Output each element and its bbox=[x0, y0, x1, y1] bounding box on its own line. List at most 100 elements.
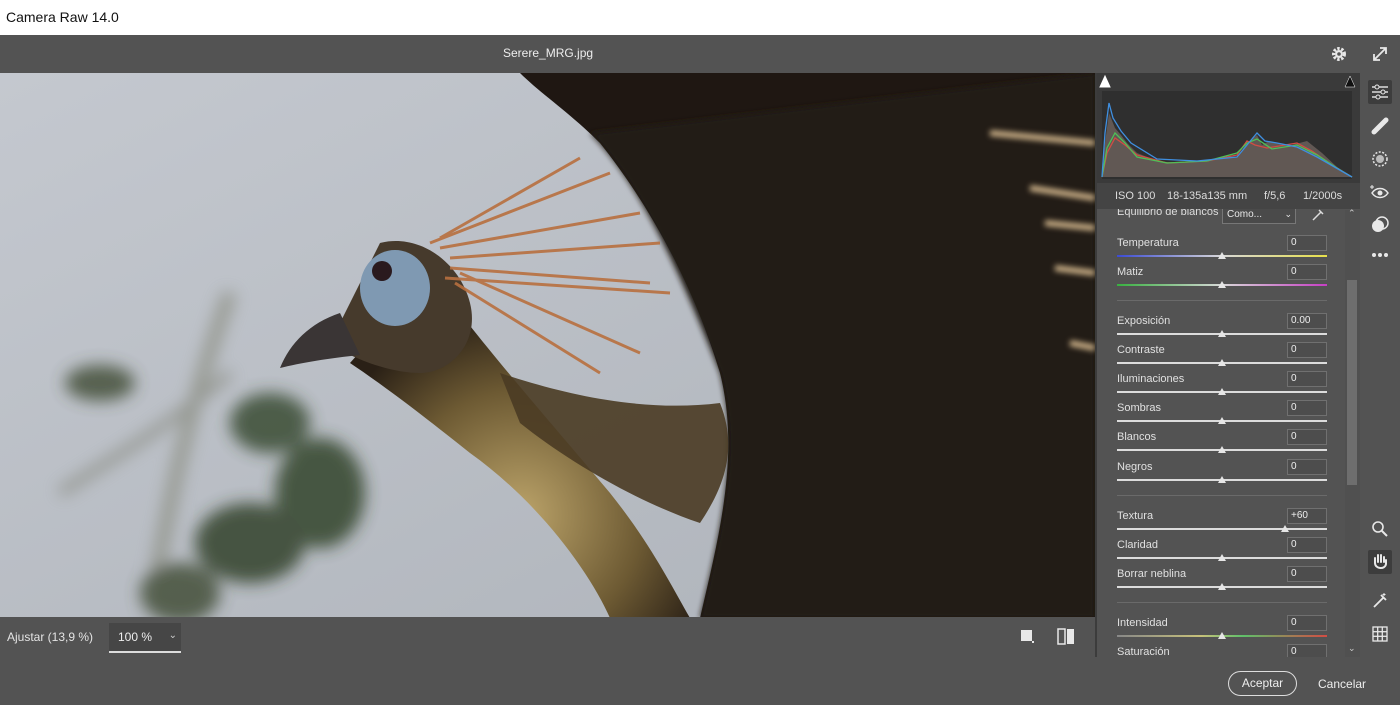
slider-claridad[interactable]: Claridad 0 bbox=[1117, 537, 1327, 566]
slider-label: Matiz bbox=[1117, 266, 1144, 278]
slider-label: Textura bbox=[1117, 510, 1154, 522]
iso-value: ISO 100 bbox=[1115, 190, 1156, 202]
dialog-footer: Aceptar Cancelar bbox=[0, 657, 1400, 705]
slider-textura[interactable]: Textura +60 bbox=[1117, 508, 1327, 537]
presets-icon[interactable] bbox=[1368, 213, 1392, 237]
slider-value-input[interactable]: 0 bbox=[1287, 342, 1327, 358]
section-divider bbox=[1117, 602, 1327, 603]
before-after-icon[interactable] bbox=[1057, 628, 1075, 645]
chevron-down-icon: ⌄ bbox=[1284, 209, 1292, 219]
slider-label: Temperatura bbox=[1117, 237, 1179, 249]
slider-temperatura[interactable]: Temperatura 0 bbox=[1117, 235, 1327, 264]
white-balance-value: Como... bbox=[1227, 209, 1263, 220]
slider-label: Contraste bbox=[1117, 344, 1165, 356]
fullscreen-icon[interactable] bbox=[1371, 45, 1389, 63]
slider-track[interactable] bbox=[1117, 528, 1327, 530]
slider-value-input[interactable]: 0 bbox=[1287, 371, 1327, 387]
slider-borrar-neblina[interactable]: Borrar neblina 0 bbox=[1117, 566, 1327, 595]
edit-sliders-icon[interactable] bbox=[1368, 80, 1392, 104]
slider-matiz[interactable]: Matiz 0 bbox=[1117, 264, 1327, 293]
scroll-up-icon[interactable]: ⌃ bbox=[1348, 208, 1356, 219]
slider-thumb[interactable] bbox=[1218, 583, 1226, 590]
panel-scrollbar[interactable]: ⌃ ⌄ bbox=[1345, 208, 1360, 657]
slider-iluminaciones[interactable]: Iluminaciones 0 bbox=[1117, 371, 1327, 400]
lens-value: 18-135a135 mm bbox=[1167, 190, 1248, 202]
slider-value-input[interactable]: 0 bbox=[1287, 400, 1327, 416]
sampler-icon[interactable] bbox=[1368, 589, 1392, 613]
file-name: Serere_MRG.jpg bbox=[503, 46, 594, 60]
accept-button[interactable]: Aceptar bbox=[1228, 671, 1297, 696]
window-title-bar: Camera Raw 14.0 bbox=[0, 0, 1400, 35]
slider-thumb[interactable] bbox=[1218, 446, 1226, 453]
slider-label: Borrar neblina bbox=[1117, 568, 1187, 580]
slider-blancos[interactable]: Blancos 0 bbox=[1117, 429, 1327, 458]
gear-icon[interactable] bbox=[1330, 45, 1348, 63]
slider-value-input[interactable]: 0 bbox=[1287, 566, 1327, 582]
slider-exposicion[interactable]: Exposición 0.00 bbox=[1117, 313, 1327, 342]
single-view-icon[interactable] bbox=[1021, 630, 1034, 643]
camera-info: ISO 100 18-135a135 mm f/5,6 1/2000s bbox=[1097, 183, 1360, 209]
slider-value-input[interactable]: 0 bbox=[1287, 537, 1327, 553]
scrollbar-thumb[interactable] bbox=[1347, 280, 1357, 485]
edit-panel: ISO 100 18-135a135 mm f/5,6 1/2000s Equi… bbox=[1097, 73, 1360, 657]
slider-thumb[interactable] bbox=[1218, 554, 1226, 561]
slider-thumb[interactable] bbox=[1281, 525, 1289, 532]
slider-label: Exposición bbox=[1117, 315, 1171, 327]
slider-value-input[interactable]: 0 bbox=[1287, 459, 1327, 475]
slider-value-input[interactable]: 0 bbox=[1287, 264, 1327, 280]
slider-thumb[interactable] bbox=[1218, 252, 1226, 259]
slider-value-input[interactable]: +60 bbox=[1287, 508, 1327, 524]
slider-value-input[interactable]: 0.00 bbox=[1287, 313, 1327, 329]
histogram bbox=[1097, 73, 1360, 183]
slider-value-input[interactable]: 0 bbox=[1287, 235, 1327, 251]
slider-intensidad[interactable]: Intensidad 0 bbox=[1117, 615, 1327, 644]
slider-thumb[interactable] bbox=[1218, 417, 1226, 424]
slider-label: Saturación bbox=[1117, 646, 1170, 657]
slider-thumb[interactable] bbox=[1218, 388, 1226, 395]
tool-strip bbox=[1360, 73, 1400, 657]
slider-label: Iluminaciones bbox=[1117, 373, 1185, 385]
zoom-value: 100 % bbox=[118, 630, 153, 644]
slider-thumb[interactable] bbox=[1218, 359, 1226, 366]
more-icon[interactable] bbox=[1368, 243, 1392, 267]
slider-value-input[interactable]: 0 bbox=[1287, 615, 1327, 631]
scroll-down-icon[interactable]: ⌄ bbox=[1348, 643, 1356, 654]
slider-thumb[interactable] bbox=[1218, 330, 1226, 337]
shutter-value: 1/2000s bbox=[1303, 190, 1343, 202]
view-bar: Ajustar (13,9 %) 100 % ⌄ bbox=[0, 617, 1095, 657]
section-divider bbox=[1117, 495, 1327, 496]
slider-thumb[interactable] bbox=[1218, 632, 1226, 639]
slider-sombras[interactable]: Sombras 0 bbox=[1117, 400, 1327, 429]
slider-label: Intensidad bbox=[1117, 617, 1168, 629]
slider-label: Negros bbox=[1117, 461, 1153, 473]
slider-label: Blancos bbox=[1117, 431, 1157, 443]
cancel-button[interactable]: Cancelar bbox=[1318, 677, 1366, 691]
chevron-down-icon: ⌄ bbox=[168, 630, 177, 641]
section-divider bbox=[1117, 300, 1327, 301]
slider-value-input[interactable]: 0 bbox=[1287, 429, 1327, 445]
mask-icon[interactable] bbox=[1368, 147, 1392, 171]
grid-icon[interactable] bbox=[1368, 622, 1392, 646]
adjustments: Equilibrio de blancos Como... ⌄ Temperatu… bbox=[1097, 209, 1342, 657]
red-eye-icon[interactable] bbox=[1368, 180, 1392, 204]
slider-contraste[interactable]: Contraste 0 bbox=[1117, 342, 1327, 371]
file-bar: Serere_MRG.jpg bbox=[0, 35, 1400, 73]
slider-thumb[interactable] bbox=[1218, 281, 1226, 288]
slider-label: Sombras bbox=[1117, 402, 1162, 414]
zoom-icon[interactable] bbox=[1368, 517, 1392, 541]
aperture-value: f/5,6 bbox=[1264, 190, 1286, 202]
eyedropper-icon[interactable] bbox=[1311, 209, 1325, 222]
slider-value-input[interactable]: 0 bbox=[1287, 644, 1327, 657]
bird-photo bbox=[0, 73, 1095, 618]
slider-negros[interactable]: Negros 0 bbox=[1117, 459, 1327, 488]
white-balance-label: Equilibrio de blancos bbox=[1117, 209, 1219, 218]
slider-saturacion[interactable]: Saturación 0 bbox=[1117, 644, 1327, 657]
zoom-select[interactable]: 100 % ⌄ bbox=[109, 623, 181, 653]
white-balance-select[interactable]: Como... ⌄ bbox=[1222, 209, 1296, 224]
photo-preview[interactable] bbox=[0, 73, 1095, 618]
fit-zoom-label[interactable]: Ajustar (13,9 %) bbox=[7, 630, 93, 644]
slider-thumb[interactable] bbox=[1218, 476, 1226, 483]
app-title: Camera Raw 14.0 bbox=[6, 9, 119, 25]
healing-brush-icon[interactable] bbox=[1368, 114, 1392, 138]
hand-icon[interactable] bbox=[1368, 550, 1392, 574]
